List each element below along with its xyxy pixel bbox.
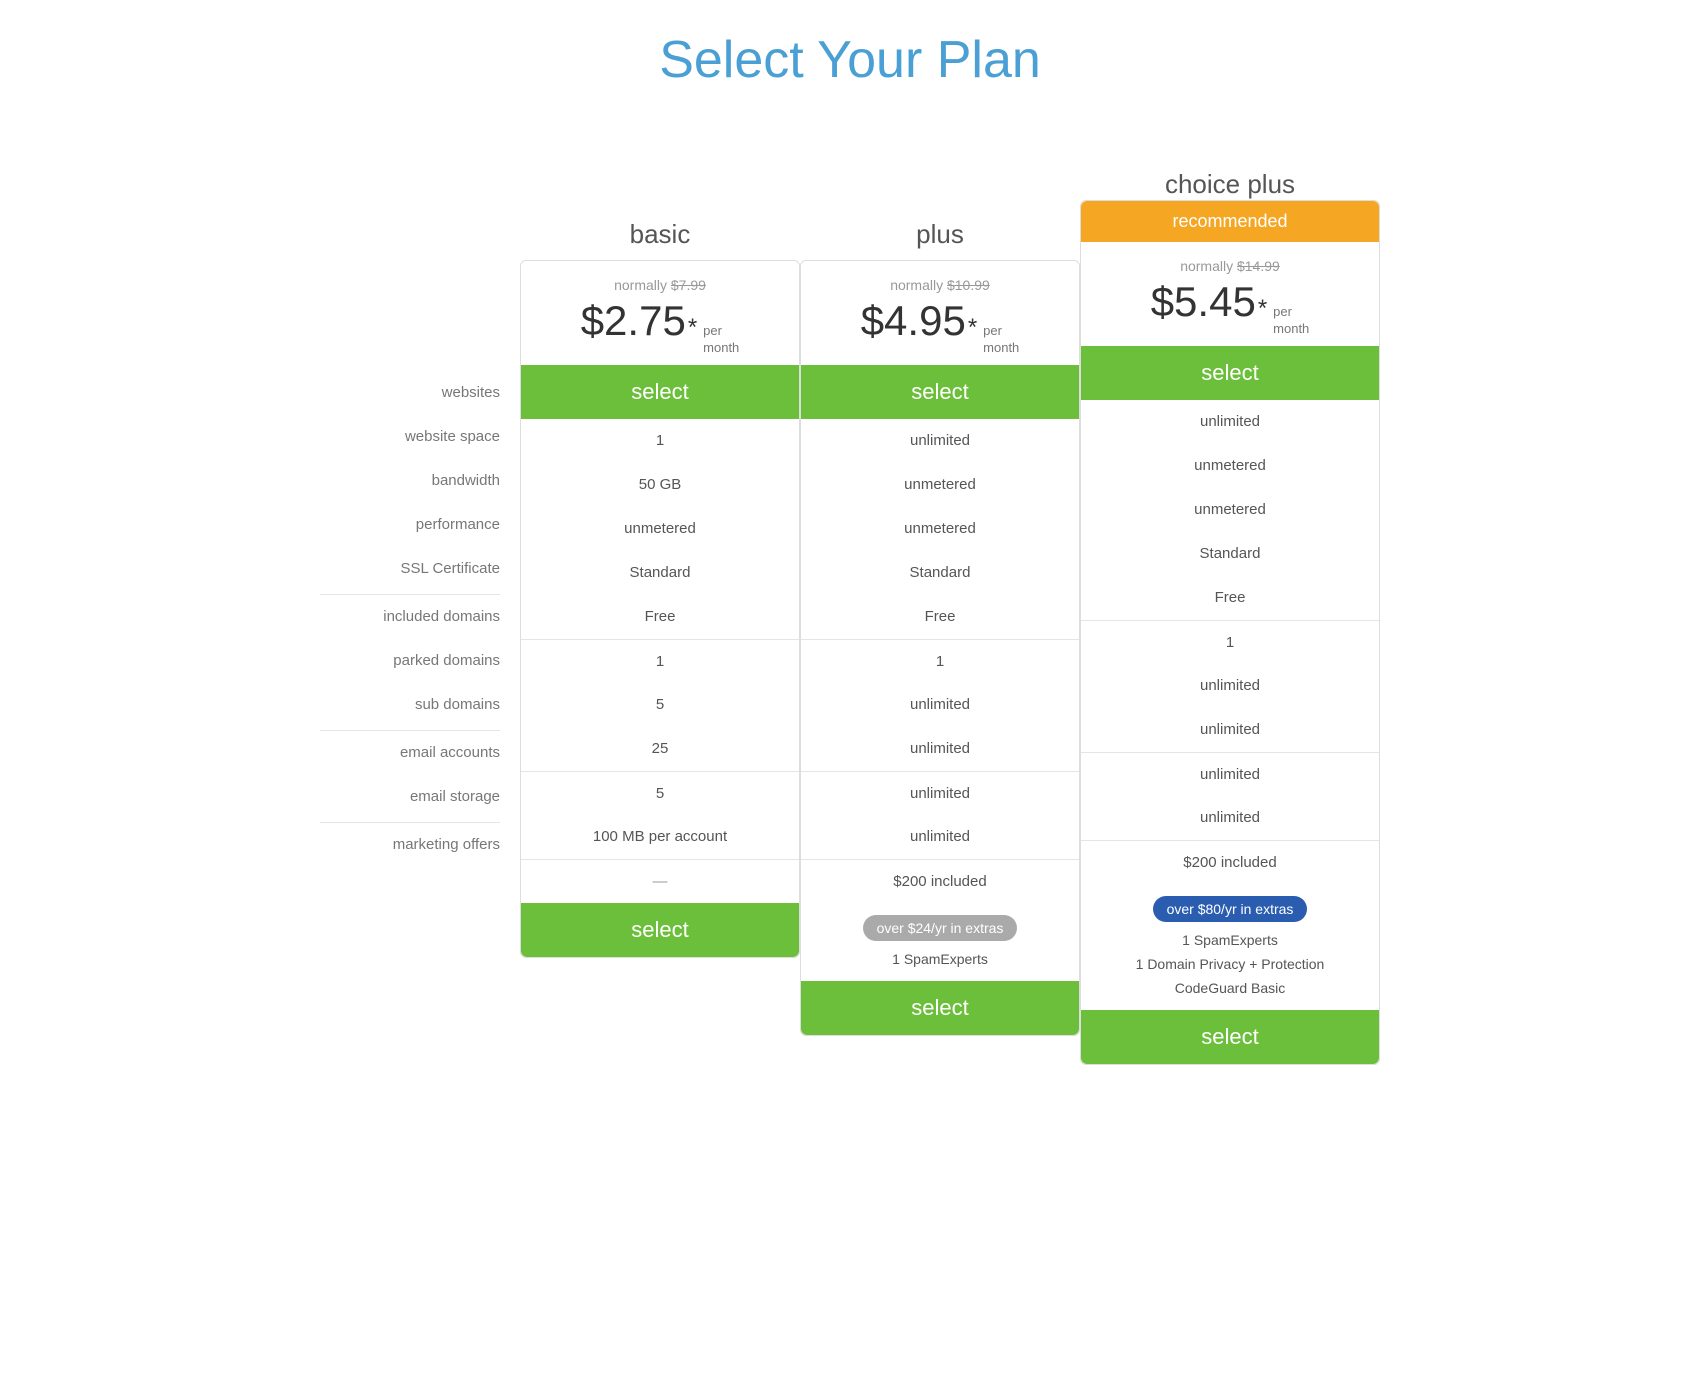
plan-choice-plus-extras-badge: over $80/yr in extras: [1153, 896, 1308, 922]
plan-plus-normally: normally $10.99: [811, 277, 1069, 293]
plan-basic-price: $2.75: [581, 297, 686, 345]
basic-email-storage: 100 MB per account: [521, 815, 799, 859]
plus-website-space: unmetered: [801, 463, 1079, 507]
page-title: Select Your Plan: [20, 30, 1680, 90]
choice-plus-header: choice plus: [1080, 150, 1380, 200]
plan-basic-normal-price: $7.99: [671, 277, 706, 293]
basic-bandwidth: unmetered: [521, 507, 799, 551]
plan-choice-plus-select-top[interactable]: select: [1081, 346, 1379, 400]
plan-choice-plus-select-bottom[interactable]: select: [1081, 1010, 1379, 1064]
plan-choice-plus-extras: over $80/yr in extras 1 SpamExperts 1 Do…: [1081, 884, 1379, 1010]
plan-choice-plus-card: recommended normally $14.99 $5.45 * perm…: [1080, 200, 1380, 1065]
plan-plus-asterisk: *: [968, 314, 977, 342]
choice-plus-parked-domains: unlimited: [1081, 664, 1379, 708]
plan-basic-asterisk: *: [688, 314, 697, 342]
plan-choice-plus-price-main: $5.45 * permonth: [1091, 278, 1369, 338]
plus-websites: unlimited: [801, 419, 1079, 463]
plan-basic-select-top[interactable]: select: [521, 365, 799, 419]
basic-included-domains: 1: [521, 639, 799, 683]
plan-plus-normal-price: $10.99: [947, 277, 990, 293]
label-website-space: website space: [320, 414, 500, 458]
basic-email-accounts: 5: [521, 771, 799, 815]
plus-parked-domains: unlimited: [801, 683, 1079, 727]
label-marketing-offers: marketing offers: [320, 822, 500, 866]
plus-marketing-offers: $200 included: [801, 859, 1079, 903]
plan-choice-plus-pricing: normally $14.99 $5.45 * permonth: [1081, 242, 1379, 346]
plus-ssl: Free: [801, 595, 1079, 639]
plan-basic-card: normally $7.99 $2.75 * permonth select 1…: [520, 260, 800, 958]
plans-wrapper: websites website space bandwidth perform…: [250, 150, 1450, 1065]
plan-plus-card: normally $10.99 $4.95 * permonth select …: [800, 260, 1080, 1036]
plan-plus-pricing: normally $10.99 $4.95 * permonth: [801, 261, 1079, 365]
choice-plus-codeguard: CodeGuard Basic: [1091, 976, 1369, 1000]
plan-plus-extras: over $24/yr in extras 1 SpamExperts: [801, 903, 1079, 981]
basic-website-space: 50 GB: [521, 463, 799, 507]
plan-plus-price: $4.95: [861, 297, 966, 345]
plans-columns: basic normally $7.99 $2.75 * permonth se…: [520, 150, 1380, 1065]
choice-plus-performance: Standard: [1081, 532, 1379, 576]
choice-plus-ssl: Free: [1081, 576, 1379, 620]
plan-choice-plus-normally: normally $14.99: [1091, 258, 1369, 274]
plan-choice-plus-name: choice plus: [1080, 150, 1380, 200]
basic-sub-domains: 25: [521, 727, 799, 771]
plus-email-storage: unlimited: [801, 815, 1079, 859]
choice-plus-domain-privacy: 1 Domain Privacy + Protection: [1091, 952, 1369, 976]
label-parked-domains: parked domains: [320, 638, 500, 682]
plus-email-accounts: unlimited: [801, 771, 1079, 815]
choice-plus-bandwidth: unmetered: [1081, 488, 1379, 532]
label-sub-domains: sub domains: [320, 682, 500, 726]
basic-parked-domains: 5: [521, 683, 799, 727]
label-ssl: SSL Certificate: [320, 546, 500, 590]
basic-marketing-offers: —: [521, 859, 799, 903]
recommended-badge: recommended: [1081, 201, 1379, 242]
basic-ssl: Free: [521, 595, 799, 639]
plan-choice-plus-features: unlimited unmetered unmetered Standard F…: [1081, 400, 1379, 884]
plan-choice-plus-normal-price: $14.99: [1237, 258, 1280, 274]
plan-basic-normally: normally $7.99: [531, 277, 789, 293]
plan-plus-extras-badge: over $24/yr in extras: [863, 915, 1018, 941]
label-performance: performance: [320, 502, 500, 546]
plan-choice-plus-asterisk: *: [1258, 295, 1267, 323]
plus-included-domains: 1: [801, 639, 1079, 683]
plan-plus-name: plus: [916, 200, 964, 250]
plan-choice-plus-per: permonth: [1273, 304, 1309, 338]
plan-plus-spam-experts: 1 SpamExperts: [811, 947, 1069, 971]
choice-plus-sub-domains: unlimited: [1081, 708, 1379, 752]
labels-column: websites website space bandwidth perform…: [320, 150, 520, 866]
plus-performance: Standard: [801, 551, 1079, 595]
label-email-storage: email storage: [320, 774, 500, 818]
label-included-domains: included domains: [320, 594, 500, 638]
choice-plus-included-domains: 1: [1081, 620, 1379, 664]
plan-basic-pricing: normally $7.99 $2.75 * permonth: [521, 261, 799, 365]
plan-basic-features: 1 50 GB unmetered Standard Free 1 5 25 5…: [521, 419, 799, 903]
plan-choice-plus: choice plus recommended normally $14.99 …: [1080, 150, 1380, 1065]
basic-performance: Standard: [521, 551, 799, 595]
plan-basic: basic normally $7.99 $2.75 * permonth se…: [520, 200, 800, 958]
plan-basic-name: basic: [630, 200, 691, 250]
label-websites: websites: [320, 370, 500, 414]
plan-basic-select-bottom[interactable]: select: [521, 903, 799, 957]
plan-plus-select-top[interactable]: select: [801, 365, 1079, 419]
choice-plus-marketing-offers: $200 included: [1081, 840, 1379, 884]
plan-plus-price-main: $4.95 * permonth: [811, 297, 1069, 357]
plan-basic-price-main: $2.75 * permonth: [531, 297, 789, 357]
plan-plus-select-bottom[interactable]: select: [801, 981, 1079, 1035]
plan-choice-plus-price: $5.45: [1151, 278, 1256, 326]
choice-plus-website-space: unmetered: [1081, 444, 1379, 488]
choice-plus-websites: unlimited: [1081, 400, 1379, 444]
plus-sub-domains: unlimited: [801, 727, 1079, 771]
label-email-accounts: email accounts: [320, 730, 500, 774]
label-bandwidth: bandwidth: [320, 458, 500, 502]
plan-plus-features: unlimited unmetered unmetered Standard F…: [801, 419, 1079, 903]
plan-basic-per: permonth: [703, 323, 739, 357]
choice-plus-email-accounts: unlimited: [1081, 752, 1379, 796]
plus-bandwidth: unmetered: [801, 507, 1079, 551]
plan-plus: plus normally $10.99 $4.95 * permonth se…: [800, 200, 1080, 1036]
choice-plus-spam-experts: 1 SpamExperts: [1091, 928, 1369, 952]
plan-plus-per: permonth: [983, 323, 1019, 357]
choice-plus-email-storage: unlimited: [1081, 796, 1379, 840]
basic-websites: 1: [521, 419, 799, 463]
